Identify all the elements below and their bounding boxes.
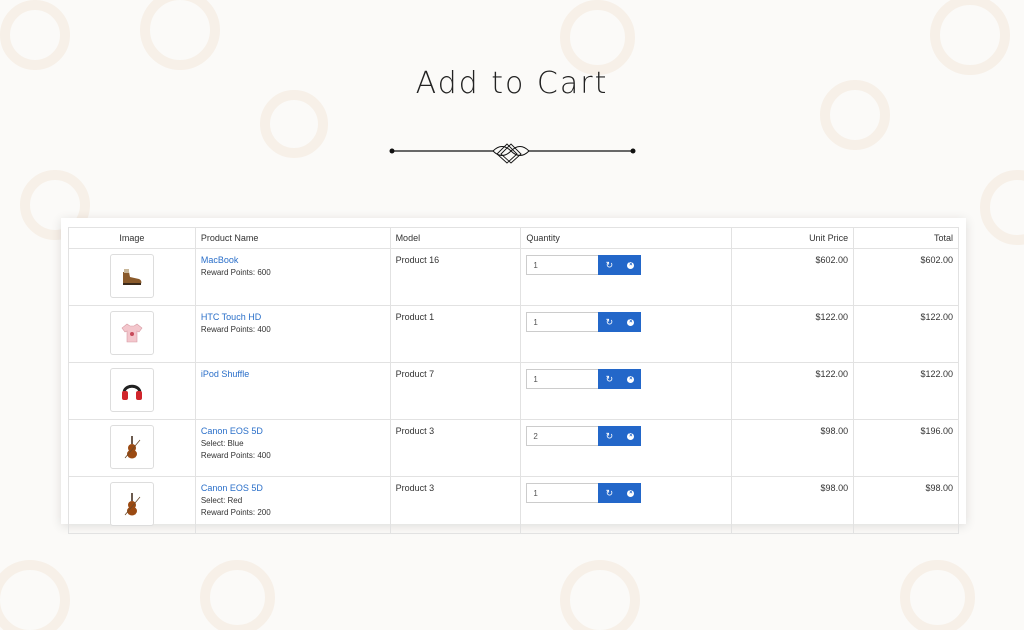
quantity-control: ↻ ×: [526, 426, 642, 446]
product-model: Product 1: [389, 305, 522, 363]
shoe-icon: [122, 269, 142, 285]
table-row: Canon EOS 5D Select: Blue Reward Points:…: [68, 419, 959, 477]
unit-price: $602.00: [731, 248, 855, 306]
tshirt-icon: [121, 323, 143, 343]
unit-price: $122.00: [731, 362, 855, 420]
update-button[interactable]: ↻: [598, 255, 621, 275]
update-button[interactable]: ↻: [598, 426, 621, 446]
product-option: Select: Blue: [200, 439, 244, 448]
quantity-control: ↻ ×: [526, 369, 642, 389]
page-title: Add to Cart: [415, 66, 609, 101]
row-total: $602.00: [853, 248, 959, 306]
remove-icon: ×: [627, 489, 635, 497]
table-row: iPod Shuffle Product 7 ↻ × $122.00 $122.…: [68, 362, 959, 420]
product-thumbnail[interactable]: [109, 482, 154, 526]
update-button[interactable]: ↻: [598, 312, 621, 332]
product-model: Product 16: [389, 248, 522, 306]
product-model: Product 3: [389, 476, 522, 534]
row-total: $122.00: [853, 362, 959, 420]
remove-button[interactable]: ×: [620, 426, 642, 446]
refresh-icon: ↻: [605, 430, 614, 441]
product-option: Select: Red: [200, 496, 243, 505]
table-header-row: Image Product Name Model Quantity Unit P…: [68, 227, 959, 249]
quantity-input[interactable]: [526, 255, 599, 275]
remove-button[interactable]: ×: [620, 483, 642, 503]
remove-icon: ×: [627, 375, 635, 383]
product-option: Reward Points: 200: [200, 508, 271, 517]
header-model: Model: [389, 227, 522, 249]
product-option: Reward Points: 400: [200, 325, 271, 334]
product-name-link[interactable]: iPod Shuffle: [201, 369, 385, 379]
header-image: Image: [68, 227, 196, 249]
update-button[interactable]: ↻: [598, 369, 621, 389]
quantity-input[interactable]: [526, 369, 599, 389]
quantity-input[interactable]: [526, 312, 599, 332]
violin-icon: [124, 436, 141, 459]
cart-card: Image Product Name Model Quantity Unit P…: [61, 218, 966, 534]
unit-price: $98.00: [731, 476, 855, 534]
refresh-icon: ↻: [605, 487, 614, 498]
unit-price: $122.00: [731, 305, 855, 363]
quantity-control: ↻ ×: [526, 255, 642, 275]
quantity-control: ↻ ×: [526, 483, 642, 503]
row-total: $196.00: [853, 419, 959, 477]
remove-button[interactable]: ×: [620, 312, 642, 332]
quantity-control: ↻ ×: [526, 312, 642, 332]
header-total: Total: [853, 227, 959, 249]
header-quantity: Quantity: [520, 227, 733, 249]
remove-icon: ×: [627, 432, 635, 440]
quantity-input[interactable]: [526, 483, 599, 503]
product-name-link[interactable]: Canon EOS 5D: [201, 483, 385, 493]
product-thumbnail[interactable]: [109, 368, 154, 412]
unit-price: $98.00: [731, 419, 855, 477]
product-option: Reward Points: 400: [200, 451, 271, 460]
product-name-link[interactable]: MacBook: [201, 255, 385, 265]
product-model: Product 3: [389, 419, 522, 477]
product-name-link[interactable]: HTC Touch HD: [201, 312, 385, 322]
table-row: HTC Touch HD Reward Points: 400 Product …: [68, 305, 959, 363]
row-total: $122.00: [853, 305, 959, 363]
ornament-divider-icon: [389, 143, 636, 164]
quantity-input[interactable]: [526, 426, 599, 446]
cart-table: Image Product Name Model Quantity Unit P…: [68, 227, 959, 534]
product-option: Reward Points: 600: [200, 268, 271, 277]
remove-button[interactable]: ×: [620, 255, 642, 275]
violin-icon: [124, 493, 141, 516]
product-name-link[interactable]: Canon EOS 5D: [201, 426, 385, 436]
product-thumbnail[interactable]: [109, 425, 154, 469]
header-product-name: Product Name: [194, 227, 391, 249]
header-unit-price: Unit Price: [731, 227, 855, 249]
remove-button[interactable]: ×: [620, 369, 642, 389]
refresh-icon: ↻: [605, 373, 614, 384]
remove-icon: ×: [627, 318, 635, 326]
remove-icon: ×: [627, 261, 635, 269]
product-thumbnail[interactable]: [109, 254, 154, 298]
row-total: $98.00: [853, 476, 959, 534]
refresh-icon: ↻: [605, 259, 614, 270]
product-model: Product 7: [389, 362, 522, 420]
headphones-icon: [121, 384, 142, 400]
update-button[interactable]: ↻: [598, 483, 621, 503]
product-thumbnail[interactable]: [109, 311, 154, 355]
refresh-icon: ↻: [605, 316, 614, 327]
table-row: Canon EOS 5D Select: Red Reward Points: …: [68, 476, 959, 534]
table-row: MacBook Reward Points: 600 Product 16 ↻ …: [68, 248, 959, 306]
